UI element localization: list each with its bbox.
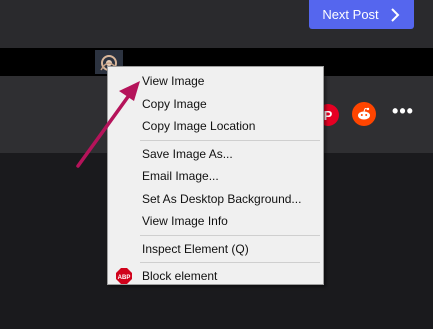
menu-item-view-image[interactable]: View Image bbox=[108, 70, 323, 93]
svg-text:ABP: ABP bbox=[118, 275, 131, 281]
adblock-plus-icon: ABP bbox=[116, 268, 132, 284]
menu-item-label: View Image bbox=[142, 74, 205, 88]
menu-item-set-desktop-background[interactable]: Set As Desktop Background... bbox=[108, 188, 323, 211]
context-menu: View Image Copy Image Copy Image Locatio… bbox=[107, 66, 324, 285]
menu-item-inspect-element[interactable]: Inspect Element (Q) bbox=[108, 238, 323, 261]
menu-separator bbox=[140, 262, 320, 263]
menu-separator bbox=[140, 139, 320, 141]
menu-item-label: Set As Desktop Background... bbox=[142, 191, 302, 206]
menu-item-label: Save Image As... bbox=[142, 146, 233, 161]
menu-item-label: Copy Image Location bbox=[142, 119, 256, 133]
next-post-button[interactable]: Next Post bbox=[309, 0, 414, 29]
menu-separator bbox=[140, 234, 320, 236]
menu-item-view-image-info[interactable]: View Image Info bbox=[108, 210, 323, 233]
chevron-right-icon bbox=[390, 7, 400, 22]
menu-item-label: View Image Info bbox=[142, 214, 228, 228]
menu-item-label: Block element bbox=[142, 269, 218, 283]
reddit-glyph bbox=[358, 107, 370, 120]
menu-item-save-image-as[interactable]: Save Image As... bbox=[108, 143, 323, 166]
next-post-label: Next Post bbox=[322, 7, 379, 22]
menu-item-label: Inspect Element (Q) bbox=[142, 241, 249, 256]
menu-item-block-element[interactable]: ABP Block element bbox=[108, 265, 323, 288]
menu-item-email-image[interactable]: Email Image... bbox=[108, 165, 323, 188]
reddit-icon[interactable] bbox=[352, 102, 376, 126]
more-horizontal-icon[interactable]: ••• bbox=[391, 102, 415, 124]
menu-item-copy-image[interactable]: Copy Image bbox=[108, 93, 323, 116]
pinterest-glyph: P bbox=[323, 107, 333, 123]
menu-item-copy-image-location[interactable]: Copy Image Location bbox=[108, 115, 323, 138]
menu-item-label: Email Image... bbox=[142, 169, 219, 183]
menu-item-label: Copy Image bbox=[142, 96, 207, 111]
